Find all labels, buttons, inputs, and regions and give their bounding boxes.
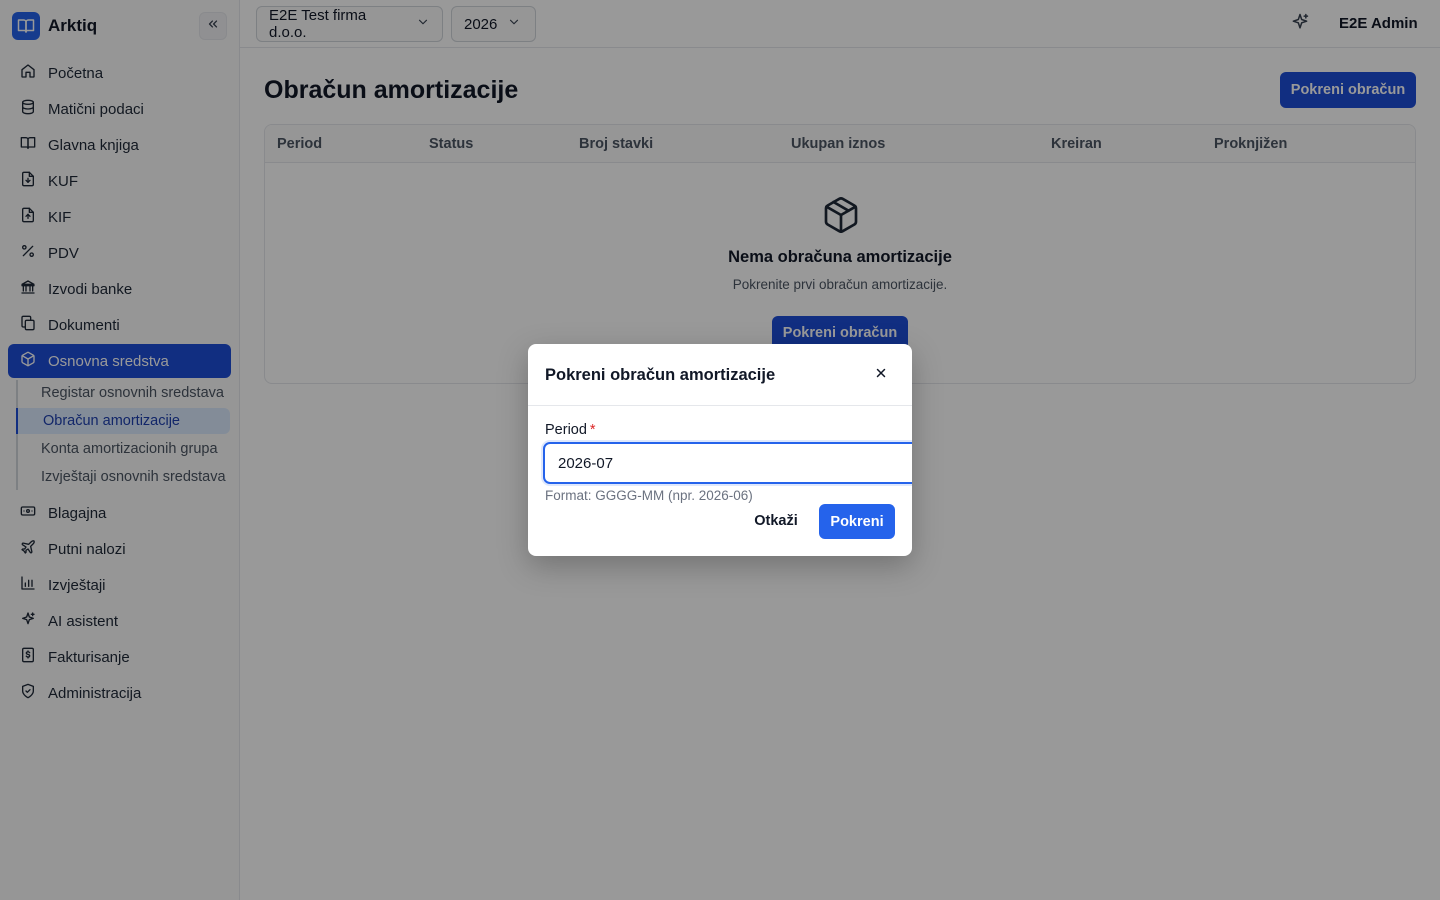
period-input[interactable] bbox=[543, 442, 912, 484]
period-field-label: Period * bbox=[545, 422, 596, 438]
close-dialog-button[interactable] bbox=[872, 366, 890, 384]
period-format-hint: Format: GGGG-MM (npr. 2026-06) bbox=[545, 488, 753, 503]
close-icon bbox=[875, 366, 887, 384]
dialog-header: Pokreni obračun amortizacije bbox=[528, 344, 912, 406]
submit-run-button[interactable]: Pokreni bbox=[819, 504, 895, 539]
run-depreciation-dialog: Pokreni obračun amortizacije Period* For… bbox=[528, 344, 912, 556]
period-label-text: Period bbox=[545, 422, 587, 438]
dialog-title: Pokreni obračun amortizacije bbox=[545, 366, 776, 384]
required-marker: * bbox=[589, 422, 596, 438]
cancel-button[interactable]: Otkaži bbox=[744, 504, 808, 538]
